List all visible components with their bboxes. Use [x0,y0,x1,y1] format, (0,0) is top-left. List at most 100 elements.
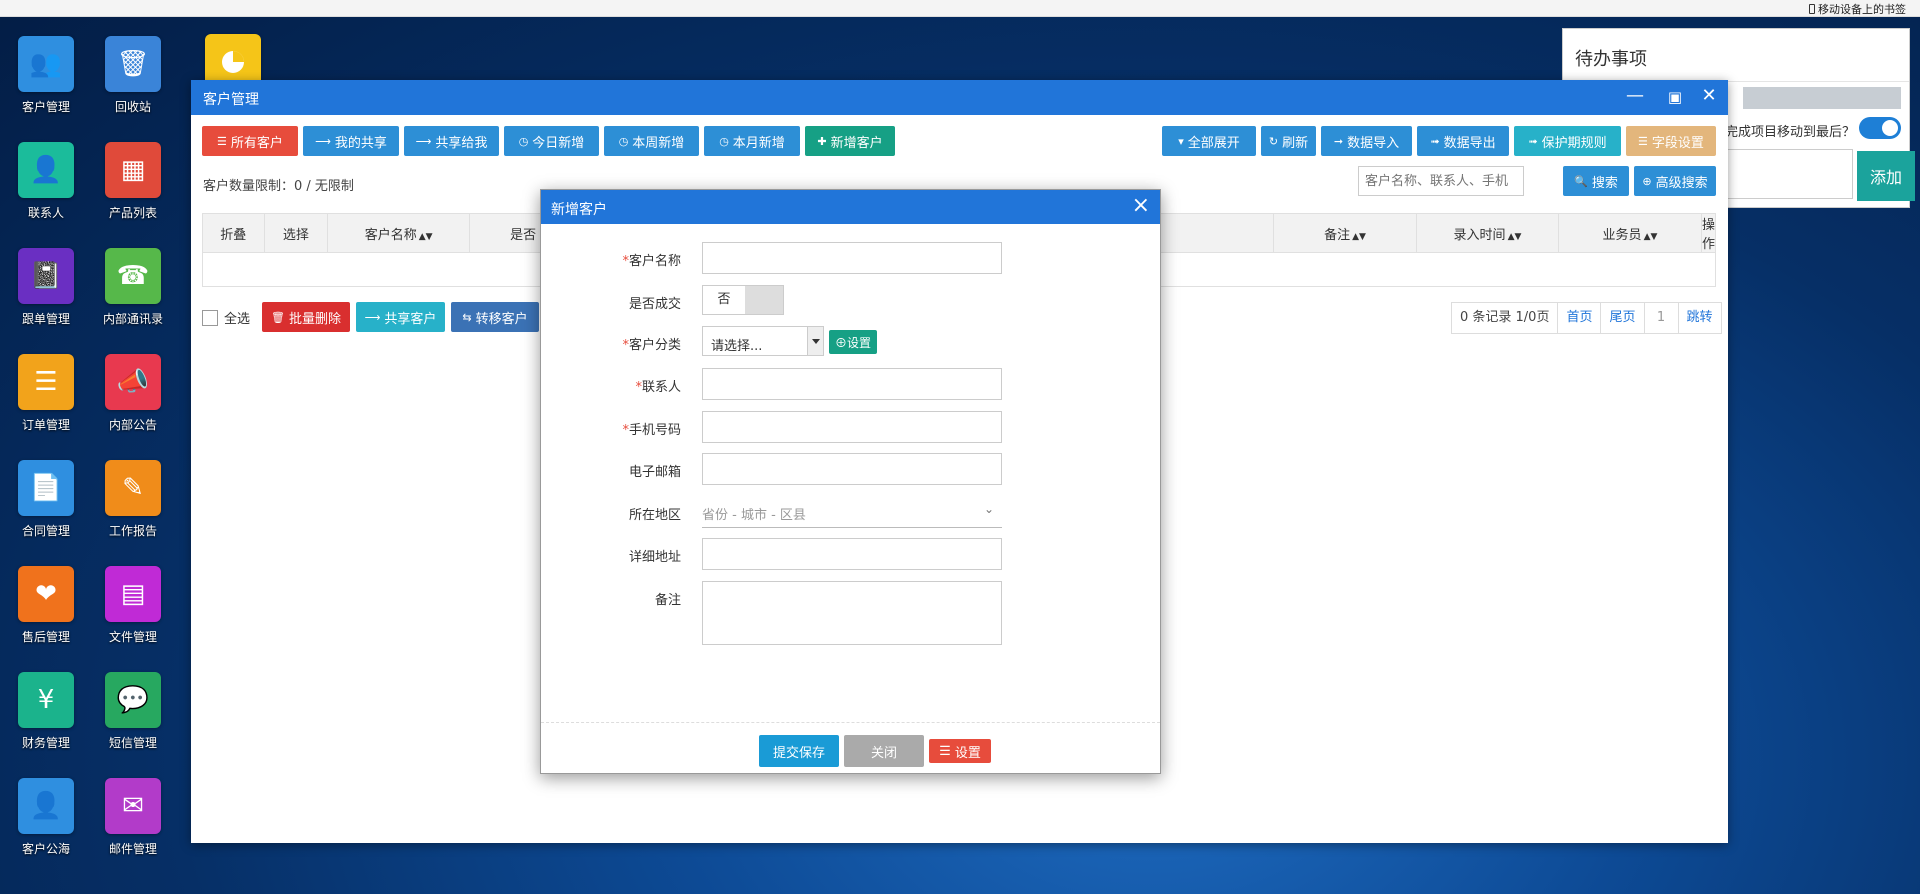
pager-first[interactable]: 首页 [1558,303,1602,333]
toolbar-right-button-6[interactable]: ☰ 字段设置 [1626,126,1716,156]
toggle-knob [745,286,783,314]
desktop-app-label: 短信管理 [108,736,157,750]
chevron-down-icon: ⌄ [983,502,994,516]
plus-circle-icon: ⊕ [835,335,848,350]
advanced-search-button[interactable]: ⊕ 高级搜索 [1634,166,1716,196]
window-title: 客户管理 [203,92,259,108]
user-sea-icon: 👤 [18,778,74,834]
toolbar-button-3[interactable]: ⟶ 共享给我 [404,126,499,156]
customer-name-input[interactable] [702,242,1002,274]
toolbar-right-button-1[interactable]: ▾ 全部展开 [1162,126,1256,156]
modal-settings-button[interactable]: ☰ 设置 [929,739,991,763]
field-email: 电子邮箱 [541,453,1160,485]
col-salesperson[interactable]: 业务员 ▲▼ [1557,213,1702,253]
clock-icon: ◷ [518,135,529,148]
address-input[interactable] [702,538,1002,570]
todo-move-toggle[interactable] [1859,117,1901,139]
toolbar-right-button-2[interactable]: ↻ 刷新 [1261,126,1316,156]
contact-input[interactable] [702,368,1002,400]
pager-last[interactable]: 尾页 [1601,303,1645,333]
desktop-app-label: 文件管理 [108,630,157,644]
desktop-app-5[interactable]: 📓 跟单管理 [6,248,86,327]
browser-bookmark-bar: 移动设备上的书签 [0,0,1920,17]
desktop-app-12[interactable]: ▤ 文件管理 [93,566,173,645]
search-button[interactable]: 🔍 搜索 [1563,166,1629,196]
todo-add-button[interactable]: 添加 [1857,151,1915,201]
email-input[interactable] [702,453,1002,485]
contact-icon: 👤 [18,142,74,198]
phone-input[interactable] [702,411,1002,443]
sms-icon: 💬 [105,672,161,728]
region-select[interactable]: 省份 - 城市 - 区县 ⌄ [702,496,1002,528]
category-select[interactable]: 请选择... [702,326,824,356]
desktop-app-8[interactable]: 📣 内部公告 [93,354,173,433]
desktop-app-label: 跟单管理 [21,312,70,326]
mobile-bookmarks-link[interactable]: 移动设备上的书签 [1809,1,1906,17]
toolbar-button-label: 全部展开 [1187,134,1240,150]
field-deal: 是否成交 否 [541,285,1160,317]
select-all-checkbox[interactable]: 全选 [202,308,250,327]
desktop-app-label: 合同管理 [21,524,70,538]
share-icon: ⟶ [415,135,432,148]
desktop-app-4[interactable]: ▦ 产品列表 [93,142,173,221]
checkbox-box[interactable] [202,309,218,326]
chevron-down-icon [807,327,823,355]
col-memo[interactable]: 备注 ▲▼ [1273,213,1417,253]
desktop-app-14[interactable]: 💬 短信管理 [93,672,173,751]
close-icon[interactable]: ✕ [1696,85,1722,106]
list-icon: ☰ [939,743,951,758]
toolbar-button-1[interactable]: ☰ 所有客户 [202,126,298,156]
desktop-app-15[interactable]: 👤 客户公海 [6,778,86,857]
users-icon: 👥 [18,36,74,92]
desktop-app-9[interactable]: 📄 合同管理 [6,460,86,539]
toolbar-button-label: 保护期规则 [1541,134,1607,150]
modal-titlebar: 新增客户 × [541,190,1160,224]
submit-save-button[interactable]: 提交保存 [759,735,839,767]
col-select: 选择 [263,213,329,253]
plus-icon: ✚ [817,135,827,148]
toolbar-right-button-3[interactable]: ➞ 数据导入 [1321,126,1412,156]
toolbar-right-button-5[interactable]: ➟ 保护期规则 [1514,126,1621,156]
toolbar-button-label: 刷新 [1282,134,1309,150]
sort-icon: ▲▼ [418,231,433,242]
pager-page-input[interactable]: 1 [1645,303,1679,333]
col-entry-time[interactable]: 录入时间 ▲▼ [1416,213,1559,253]
toolbar-button-5[interactable]: ◷ 本周新增 [604,126,699,156]
desktop-app-7[interactable]: ☰ 订单管理 [6,354,86,433]
desktop-app-11[interactable]: ❤ 售后管理 [6,566,86,645]
deal-toggle[interactable]: 否 [702,285,784,315]
share-customer-button[interactable]: ⟶ 共享客户 [356,302,445,332]
batch-delete-button[interactable]: 🗑 批量删除 [262,302,350,332]
toolbar-right-button-4[interactable]: ➟ 数据导出 [1417,126,1509,156]
desktop-app-6[interactable]: ☎ 内部通讯录 [93,248,173,327]
toolbar-button-6[interactable]: ◷ 本月新增 [704,126,800,156]
desktop-app-16[interactable]: ✉ 邮件管理 [93,778,173,857]
todo-input[interactable] [1725,149,1853,199]
toolbar-button-4[interactable]: ◷ 今日新增 [504,126,599,156]
maximize-icon[interactable]: ▣ [1662,88,1688,106]
col-customer-name[interactable]: 客户名称 ▲▼ [327,213,471,253]
toolbar-button-7[interactable]: ✚ 新增客户 [805,126,895,156]
desktop-app-10[interactable]: ✎ 工作报告 [93,460,173,539]
transfer-customer-button[interactable]: ⇆ 转移客户 [451,302,539,332]
close-button[interactable]: 关闭 [844,735,924,767]
desktop-app-3[interactable]: 👤 联系人 [6,142,86,221]
memo-textarea[interactable] [702,581,1002,645]
toolbar-button-label: 所有客户 [230,134,283,150]
pager-jump[interactable]: 跳转 [1679,303,1721,333]
desktop-app-label: 联系人 [27,206,64,220]
category-settings-button[interactable]: ⊕设置 [829,330,878,354]
new-customer-modal: 新增客户 × *客户名称 是否成交 否 *客户分类 请选择... ⊕设置 *联系… [540,189,1161,774]
desktop-app-1[interactable]: 👥 客户管理 [6,36,86,115]
toolbar-button-2[interactable]: ⟶ 我的共享 [303,126,399,156]
customer-limit-text: 客户数量限制：0 / 无限制 [203,179,354,194]
desktop-app-13[interactable]: ¥ 财务管理 [6,672,86,751]
desktop-app-2[interactable]: 🗑 回收站 [93,36,173,115]
caret-down-icon: ▾ [1178,135,1184,148]
minimize-icon[interactable]: — [1622,85,1648,106]
clock-icon: ◷ [618,135,629,148]
customer-search-input[interactable] [1358,166,1524,196]
modal-close-icon[interactable]: × [1132,193,1150,218]
export-icon: ➟ [1430,135,1440,148]
sort-icon: ▲▼ [1507,231,1522,242]
